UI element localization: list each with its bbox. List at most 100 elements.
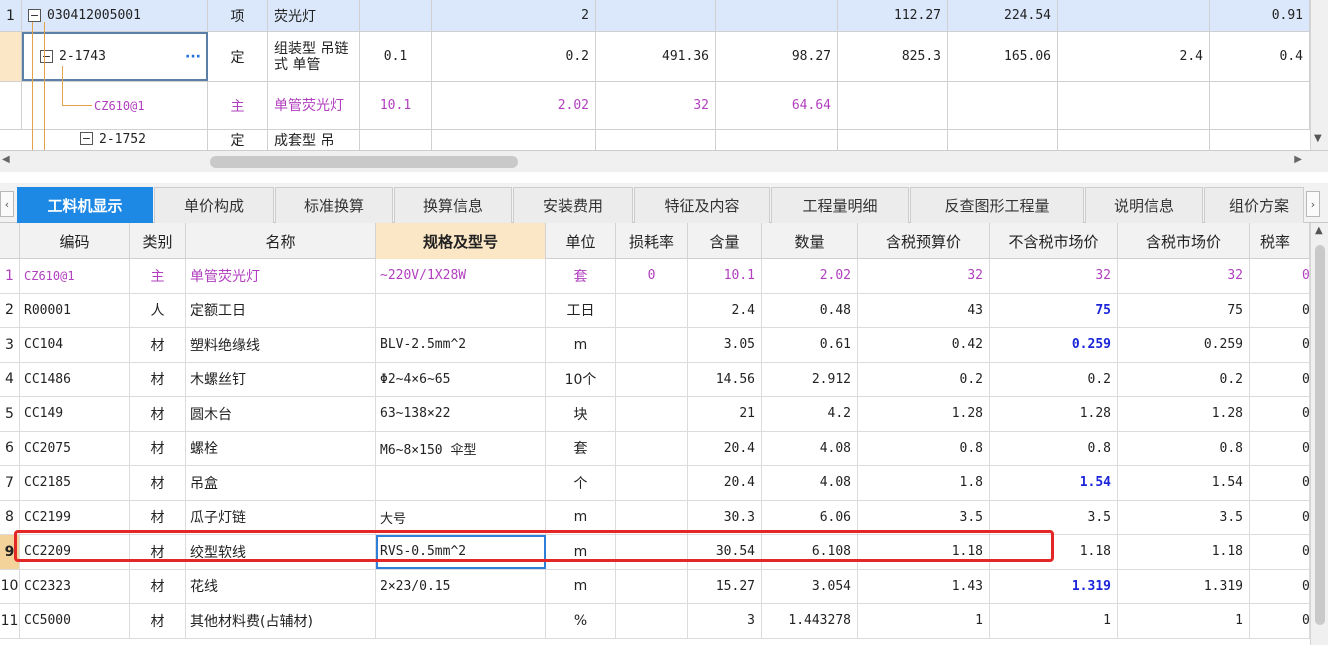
category-cell[interactable]: 材 [130, 397, 186, 431]
tab-material-display[interactable]: 工料机显示 [17, 187, 153, 223]
code-cell[interactable]: CC2209 [20, 535, 130, 569]
code-cell[interactable]: CC2075 [20, 431, 130, 465]
table-row[interactable]: 6 CC2075 材螺栓 M6~8×150 伞型套 20.4 4.08 0.8 0.8 0.8 0 [0, 431, 1310, 466]
code-cell[interactable]: − 030412005001 [22, 0, 208, 31]
table-row[interactable]: 1 CZ610@1 主单管荧光灯 ~220V/1X28W 套 0 10.1 2.02 32 32 3… [0, 259, 1310, 294]
scroll-up-icon[interactable]: ▲ [1315, 225, 1323, 236]
amount-cell[interactable]: 4.08 [762, 431, 858, 465]
content-cell[interactable]: 15.27 [688, 569, 762, 603]
code-cell[interactable]: − 2-1743 ··· [22, 32, 208, 81]
loss-cell[interactable] [616, 535, 688, 569]
category-cell[interactable]: 材 [130, 362, 186, 396]
loss-cell[interactable] [616, 328, 688, 362]
category-cell[interactable]: 材 [130, 569, 186, 603]
tax-rate-cell[interactable]: 0 [1250, 362, 1310, 396]
horizontal-scrollbar[interactable]: ◀ ▶ [0, 150, 1328, 172]
collapse-icon[interactable]: − [40, 50, 53, 63]
unit-cell[interactable]: m [546, 569, 616, 603]
name-cell[interactable]: 吊盒 [186, 466, 376, 500]
tab-description[interactable]: 说明信息 [1085, 187, 1203, 223]
market-price-ex-cell[interactable]: 32 [990, 259, 1118, 293]
code-cell[interactable]: CC5000 [20, 604, 130, 638]
content-cell[interactable]: 14.56 [688, 362, 762, 396]
budget-price-cell[interactable]: 1.28 [858, 397, 990, 431]
amount-cell[interactable]: 0.61 [762, 328, 858, 362]
budget-price-cell[interactable]: 3.5 [858, 500, 990, 534]
market-price-in-cell[interactable]: 1.28 [1118, 397, 1250, 431]
market-price-in-cell[interactable]: 3.5 [1118, 500, 1250, 534]
name-cell[interactable]: 塑料绝缘线 [186, 328, 376, 362]
col-tax-rate[interactable]: 税率 [1250, 223, 1310, 259]
content-cell[interactable]: 20.4 [688, 466, 762, 500]
unit-cell[interactable]: 套 [546, 431, 616, 465]
tax-rate-cell[interactable]: 0 [1250, 466, 1310, 500]
unit-cell[interactable]: 工日 [546, 293, 616, 327]
code-cell[interactable]: CC2185 [20, 466, 130, 500]
code-cell[interactable]: CC104 [20, 328, 130, 362]
code-cell[interactable]: CC2323 [20, 569, 130, 603]
collapse-icon[interactable]: − [28, 9, 41, 22]
market-price-ex-cell[interactable]: 1 [990, 604, 1118, 638]
market-price-in-cell[interactable]: 1.18 [1118, 535, 1250, 569]
code-cell[interactable]: CZ610@1 [22, 82, 208, 129]
code-cell[interactable]: R00001 [20, 293, 130, 327]
category-cell[interactable]: 人 [130, 293, 186, 327]
budget-price-cell[interactable]: 0.2 [858, 362, 990, 396]
market-price-in-cell[interactable]: 0.8 [1118, 431, 1250, 465]
code-cell[interactable]: CC1486 [20, 362, 130, 396]
unit-cell[interactable]: 个 [546, 466, 616, 500]
table-row[interactable]: 7 CC2185 材吊盒个 20.4 4.08 1.8 1.54 1.54 0 [0, 466, 1310, 501]
unit-cell[interactable]: m [546, 500, 616, 534]
spec-cell[interactable] [376, 604, 546, 638]
tax-rate-cell[interactable]: 0 [1250, 535, 1310, 569]
budget-price-cell[interactable]: 43 [858, 293, 990, 327]
amount-cell[interactable]: 4.2 [762, 397, 858, 431]
category-cell[interactable]: 材 [130, 431, 186, 465]
spec-cell[interactable]: 大号 [376, 500, 546, 534]
scrollbar-thumb[interactable] [1315, 245, 1325, 625]
category-cell[interactable]: 材 [130, 535, 186, 569]
market-price-ex-cell[interactable]: 0.2 [990, 362, 1118, 396]
spec-cell[interactable]: ~220V/1X28W [376, 259, 546, 293]
content-cell[interactable]: 20.4 [688, 431, 762, 465]
spec-cell[interactable]: RVS-0.5mm^2 [376, 535, 546, 569]
scroll-down-icon[interactable]: ▼ [1314, 133, 1322, 144]
market-price-in-cell[interactable]: 75 [1118, 293, 1250, 327]
spec-cell[interactable] [376, 293, 546, 327]
spec-cell[interactable] [376, 466, 546, 500]
market-price-ex-cell[interactable]: 0.8 [990, 431, 1118, 465]
content-cell[interactable]: 3.05 [688, 328, 762, 362]
code-cell[interactable]: CZ610@1 [20, 259, 130, 293]
tax-rate-cell[interactable]: 0 [1250, 569, 1310, 603]
category-cell[interactable]: 材 [130, 328, 186, 362]
content-cell[interactable]: 3 [688, 604, 762, 638]
tab-scroll-right-icon[interactable]: › [1306, 191, 1320, 217]
tax-rate-cell[interactable]: 0 [1250, 328, 1310, 362]
table-row[interactable]: 3 CC104 材塑料绝缘线 BLV-2.5mm^2 m 3.05 0.61 0.42 0.25… [0, 328, 1310, 363]
tab-quantity-detail[interactable]: 工程量明细 [771, 187, 909, 223]
name-cell[interactable]: 木螺丝钉 [186, 362, 376, 396]
amount-cell[interactable]: 4.08 [762, 466, 858, 500]
unit-cell[interactable]: m [546, 328, 616, 362]
code-cell[interactable]: CC2199 [20, 500, 130, 534]
col-market-price-in[interactable]: 含税市场价 [1118, 223, 1250, 259]
collapse-icon[interactable]: − [80, 132, 93, 145]
market-price-ex-cell[interactable]: 1.28 [990, 397, 1118, 431]
unit-cell[interactable]: % [546, 604, 616, 638]
code-cell[interactable]: − 2-1752 [22, 130, 208, 150]
loss-cell[interactable]: 0 [616, 259, 688, 293]
col-name[interactable]: 名称 [186, 223, 376, 259]
vertical-scrollbar[interactable]: ▲ [1310, 223, 1328, 645]
market-price-ex-cell[interactable]: 1.319 [990, 569, 1118, 603]
market-price-ex-cell[interactable]: 1.18 [990, 535, 1118, 569]
col-unit[interactable]: 单位 [546, 223, 616, 259]
code-cell[interactable]: CC149 [20, 397, 130, 431]
name-cell[interactable]: 定额工日 [186, 293, 376, 327]
budget-price-cell[interactable]: 0.8 [858, 431, 990, 465]
tree-row[interactable]: − 2-1752 定 成套型 吊 [0, 130, 1310, 150]
budget-price-cell[interactable]: 0.42 [858, 328, 990, 362]
table-row[interactable]: 10 CC2323 材花线 2×23/0.15 m 15.27 3.054 1.43 1.319… [0, 569, 1310, 604]
col-amount[interactable]: 数量 [762, 223, 858, 259]
market-price-in-cell[interactable]: 0.259 [1118, 328, 1250, 362]
col-loss[interactable]: 损耗率 [616, 223, 688, 259]
